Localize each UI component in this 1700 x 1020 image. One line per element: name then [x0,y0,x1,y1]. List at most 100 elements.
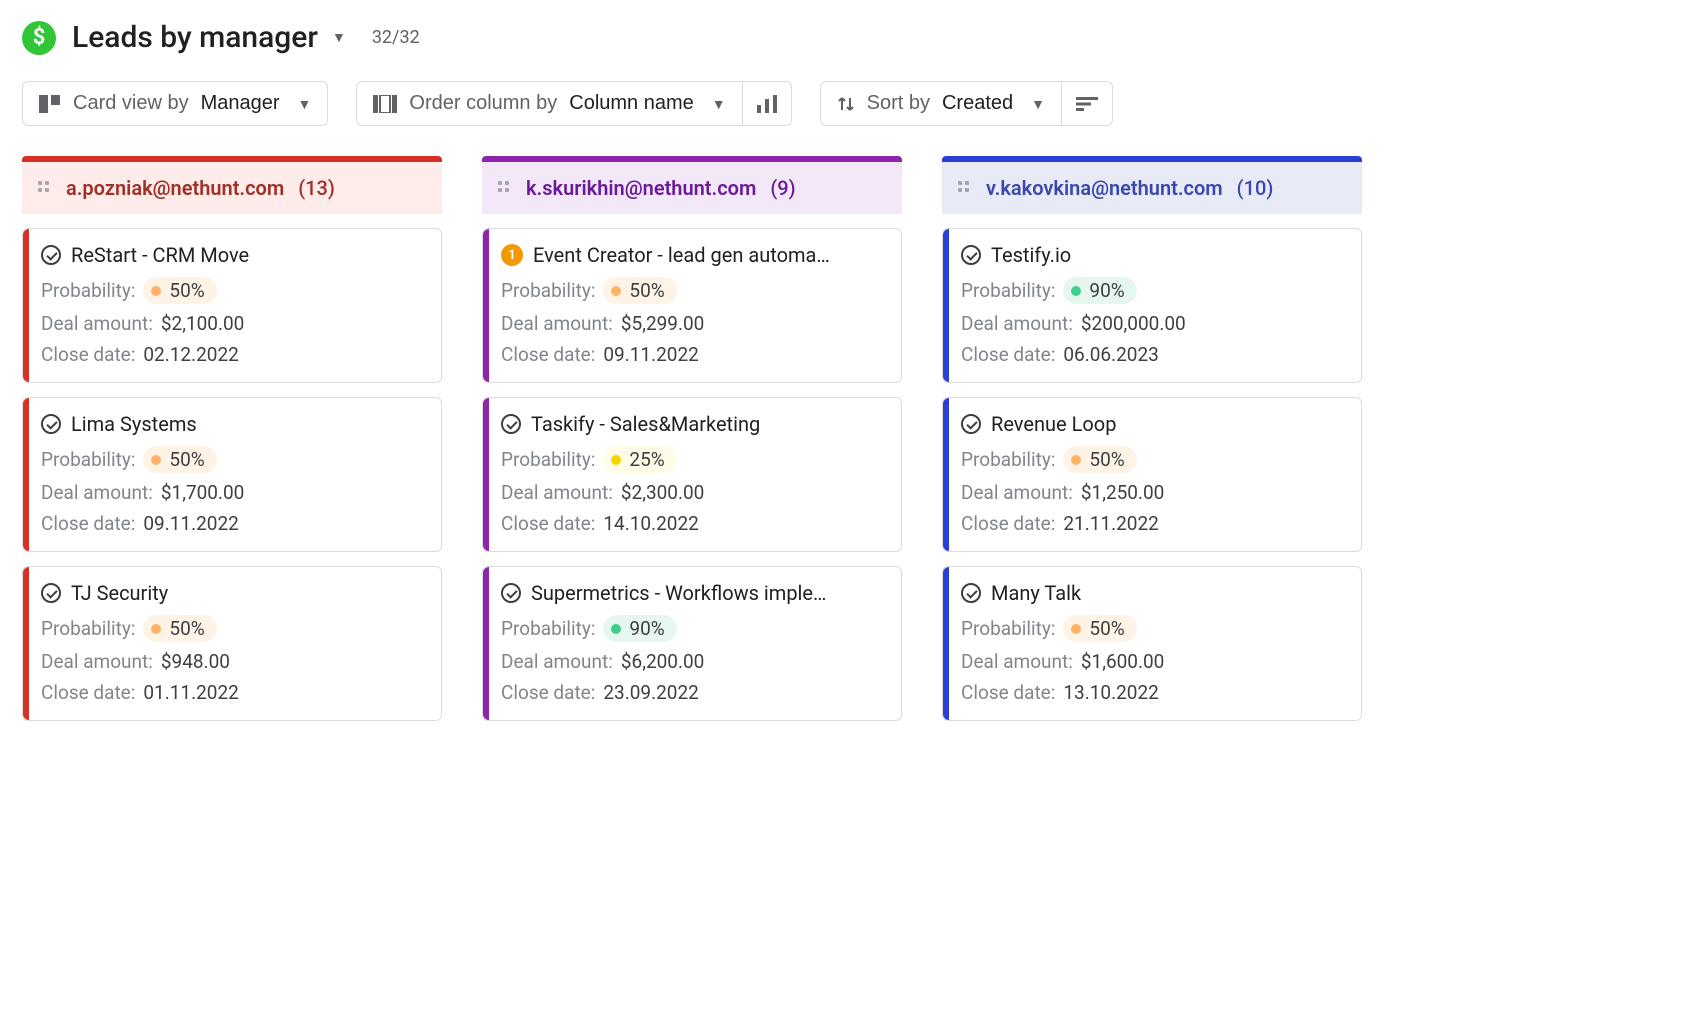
probability-pill: 50% [603,277,676,304]
close-date-label: Close date: [961,681,1055,704]
probability-dot-icon [611,455,621,465]
chevron-down-icon: ▼ [298,96,312,112]
sort-group: Sort by Created ▼ [820,81,1113,126]
view-toolbar: Card view by Manager ▼ Order column by C… [22,81,1678,126]
page-header: $ Leads by manager ▼ 32/32 [22,20,1678,55]
deal-amount-label: Deal amount: [961,312,1073,335]
close-date-value: 02.12.2022 [143,343,238,366]
close-date-row: Close date:06.06.2023 [961,343,1345,366]
card-title-row: Many Talk [961,581,1345,605]
close-date-row: Close date: 02.12.2022 [41,343,425,366]
close-date-row: Close date:01.11.2022 [41,681,425,704]
probability-value: 50% [1089,448,1124,471]
close-date-label: Close date: [501,681,595,704]
deal-amount-row: Deal amount:$2,300.00 [501,481,885,504]
card-title-row: ReStart - CRM Move [41,243,425,267]
record-count: 32/32 [372,27,420,48]
probability-row: Probability:90% [501,615,885,642]
deal-amount-label: Deal amount: [41,650,153,673]
deal-amount-row: Deal amount: $200,000.00 [961,312,1345,335]
lead-card[interactable]: Revenue LoopProbability:50%Deal amount:$… [942,397,1362,552]
probability-label: Probability: [501,617,595,640]
drag-handle-icon[interactable] [958,181,972,195]
probability-label: Probability: [961,448,1055,471]
probability-dot-icon [151,286,161,296]
bar-chart-icon [757,95,777,113]
column-header[interactable]: v.kakovkina@nethunt.com (10) [942,162,1362,214]
app-logo-icon: $ [22,21,56,55]
probability-row: Probability:50% [41,615,425,642]
lead-card[interactable]: Taskify - Sales&MarketingProbability:25%… [482,397,902,552]
deal-amount-label: Deal amount: [501,481,613,504]
deal-amount-row: Deal amount:$5,299.00 [501,312,885,335]
card-title: Lima Systems [71,412,197,436]
sort-by-selector[interactable]: Sort by Created ▼ [820,81,1062,126]
probability-label: Probability: [41,448,135,471]
drag-handle-icon[interactable] [498,181,512,195]
deal-amount-value: $2,100.00 [161,312,245,335]
lead-card[interactable]: TJ Security Probability:50% Deal amount: $9… [22,566,442,721]
close-date-label: Close date: [961,343,1055,366]
column-header[interactable]: k.skurikhin@nethunt.com (9) [482,162,902,214]
close-date-label: Close date: [961,512,1055,535]
probability-value: 50% [169,448,204,471]
card-title-row: Lima Systems [41,412,425,436]
sort-direction-button[interactable] [1062,81,1113,126]
deal-amount-row: Deal amount:$1,600.00 [961,650,1345,673]
probability-label: Probability: [961,279,1055,302]
check-circle-icon [961,245,981,265]
card-title-row: Taskify - Sales&Marketing [501,412,885,436]
probability-row: Probability:50% [41,277,425,304]
close-date-row: Close date:09.11.2022 [501,343,885,366]
column-count: (10) [1237,176,1274,200]
check-circle-icon [41,583,61,603]
check-circle-icon [41,414,61,434]
deal-amount-value: $948.00 [161,650,230,673]
close-date-row: Close date:14.10.2022 [501,512,885,535]
deal-amount-row: Deal amount:$1,700.00 [41,481,425,504]
card-title: Testify.io [991,243,1071,267]
check-circle-icon [501,414,521,434]
column-manager: k.skurikhin@nethunt.com [526,176,756,200]
lead-card[interactable]: 1Event Creator - lead gen automa…Probabi… [482,228,902,383]
card-view-selector[interactable]: Card view by Manager ▼ [22,81,328,126]
drag-handle-icon[interactable] [38,181,52,195]
probability-pill: 90% [1063,277,1136,304]
deal-amount-label: Deal amount: [961,481,1073,504]
order-column-selector[interactable]: Order column by Column name ▼ [356,81,742,126]
probability-dot-icon [611,286,621,296]
card-title-row: TJ Security [41,581,425,605]
probability-value: 50% [1089,617,1124,640]
card-view-value: Manager [201,92,280,115]
page-title-group[interactable]: Leads by manager ▼ [72,20,346,55]
lead-card[interactable]: Testify.io Probability: 90% Deal amount: $20… [942,228,1362,383]
deal-amount-value: $200,000.00 [1081,312,1186,335]
deal-amount-label: Deal amount: [501,650,613,673]
card-title: TJ Security [71,581,168,605]
probability-pill: 50% [143,277,216,304]
column-header[interactable]: a.pozniak@nethunt.com (13) [22,162,442,214]
probability-dot-icon [151,455,161,465]
probability-dot-icon [151,624,161,634]
column-manager: a.pozniak@nethunt.com [66,176,284,200]
lead-card[interactable]: Lima Systems Probability: 50% Deal amount:$… [22,397,442,552]
close-date-label: Close date: [41,512,135,535]
close-date-row: Close date:23.09.2022 [501,681,885,704]
lead-card[interactable]: Supermetrics - Workflows imple…Probabili… [482,566,902,721]
chart-toggle-button[interactable] [743,81,792,126]
close-date-value: 01.11.2022 [143,681,238,704]
lead-card[interactable]: Many Talk Probability:50% Deal amount:$1,6… [942,566,1362,721]
close-date-label: Close date: [41,343,135,366]
kanban-column: k.skurikhin@nethunt.com (9) 1Event Creato… [482,156,902,721]
column-count: (9) [770,176,795,200]
probability-row: Probability:50% [961,615,1345,642]
close-date-value: 14.10.2022 [603,512,698,535]
close-date-value: 09.11.2022 [603,343,698,366]
column-manager: v.kakovkina@nethunt.com [986,176,1223,200]
probability-value: 50% [629,279,664,302]
kanban-column: v.kakovkina@nethunt.com (10) Testify.io Pr… [942,156,1362,721]
page-title: Leads by manager [72,20,318,55]
deal-amount-row: Deal amount:$2,100.00 [41,312,425,335]
deal-amount-label: Deal amount: [41,481,153,504]
lead-card[interactable]: ReStart - CRM Move Probability:50% Deal am… [22,228,442,383]
